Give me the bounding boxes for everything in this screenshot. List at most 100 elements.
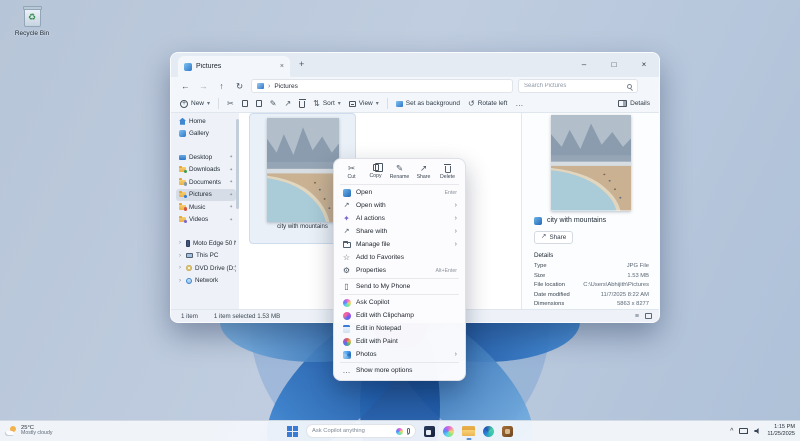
copy-action[interactable]: Copy <box>364 164 387 180</box>
open-app-indicator <box>466 438 471 440</box>
menu-item-add-to-favorites[interactable]: ☆ Add to Favorites <box>337 251 462 264</box>
menu-item-edit-clipchamp[interactable]: Edit with Clipchamp <box>337 309 462 322</box>
view-button[interactable]: View ▾ <box>349 100 379 107</box>
share-button[interactable]: ↗ <box>284 100 291 108</box>
copilot-search-input[interactable] <box>312 428 392 434</box>
home-icon <box>179 118 186 125</box>
minimize-button[interactable]: – <box>569 53 599 75</box>
paint-icon <box>343 338 351 346</box>
pinned-app-button[interactable] <box>502 426 513 437</box>
sidebar-item-phone[interactable]: › Moto Edge 50 N <box>176 237 236 250</box>
sidebar-item-desktop[interactable]: Desktop ✦ <box>176 151 236 164</box>
menu-item-share-with[interactable]: ↗ Share with › <box>337 225 462 238</box>
tab-pictures[interactable]: Pictures × <box>178 56 290 77</box>
sidebar-item-gallery[interactable]: Gallery <box>176 128 236 141</box>
videos-icon <box>179 217 186 222</box>
menu-item-manage-file[interactable]: Manage file › <box>337 238 462 251</box>
sidebar-item-home[interactable]: Home <box>176 115 236 128</box>
taskbar-center <box>287 424 513 438</box>
pin-icon: ✦ <box>229 154 233 160</box>
details-pane-toggle[interactable]: Details <box>618 100 650 107</box>
pin-icon: ✦ <box>229 217 233 223</box>
sidebar-item-music[interactable]: Music ✦ <box>176 201 236 214</box>
location-icon <box>257 83 264 89</box>
cut-action[interactable]: ✂ Cut <box>340 164 363 180</box>
refresh-button[interactable]: ↻ <box>233 81 246 92</box>
menu-item-edit-notepad[interactable]: Edit in Notepad <box>337 322 462 335</box>
chevron-down-icon: ▾ <box>207 100 210 107</box>
taskbar-search[interactable] <box>306 424 416 438</box>
chevron-right-icon: › <box>179 253 183 259</box>
rotate-left-icon: ↺ <box>468 100 475 108</box>
menu-item-properties[interactable]: ⚙ Properties Alt+Enter <box>337 264 462 277</box>
search-box[interactable] <box>518 79 638 93</box>
up-button[interactable]: ↑ <box>215 81 228 91</box>
clock[interactable]: 1:15 PM 11/25/2025 <box>767 424 795 437</box>
menu-item-ask-copilot[interactable]: Ask Copilot <box>337 296 462 309</box>
back-button[interactable]: ← <box>179 81 192 91</box>
chevron-down-icon: ▾ <box>338 100 341 107</box>
menu-separator <box>340 362 459 363</box>
search-icon <box>627 84 632 89</box>
menu-item-open[interactable]: Open Enter <box>337 186 462 199</box>
menu-item-ai-actions[interactable]: ✦ AI actions › <box>337 212 462 225</box>
breadcrumb[interactable]: › Pictures <box>251 79 513 93</box>
selection-info: 1 item selected 1.53 MB <box>214 313 280 320</box>
cut-button[interactable]: ✂ <box>227 100 234 108</box>
tab-close-icon[interactable]: × <box>280 63 284 70</box>
forward-button[interactable]: → <box>197 81 210 91</box>
recycle-bin[interactable]: ♻ Recycle Bin <box>8 8 56 37</box>
notepad-icon <box>343 325 350 333</box>
weather-widget[interactable]: 25°C Mostly cloudy <box>5 425 52 437</box>
sidebar-item-pictures[interactable]: Pictures ✦ <box>176 189 236 202</box>
sidebar-item-videos[interactable]: Videos ✦ <box>176 214 236 227</box>
hidden-icons-button[interactable]: ^ <box>730 428 733 435</box>
paste-button[interactable] <box>256 100 262 107</box>
new-tab-button[interactable]: + <box>299 59 304 69</box>
sort-button[interactable]: ⇅ Sort ▾ <box>313 100 341 108</box>
search-input[interactable] <box>524 83 624 89</box>
menu-item-edit-paint[interactable]: Edit with Paint <box>337 335 462 348</box>
rename-button[interactable]: ✎ <box>270 100 277 108</box>
more-options-button[interactable]: … <box>515 100 523 108</box>
menu-item-open-with[interactable]: ↗ Open with › <box>337 199 462 212</box>
delete-button[interactable] <box>299 101 305 108</box>
pane-share-button[interactable]: ↗ Share <box>534 231 573 244</box>
volume-icon[interactable] <box>754 428 761 435</box>
sidebar-item-this-pc[interactable]: › This PC <box>176 250 236 263</box>
breadcrumb-location: Pictures <box>274 83 297 90</box>
network-icon[interactable] <box>739 428 748 434</box>
menu-item-show-more-options[interactable]: … Show more options <box>337 364 462 377</box>
sidebar-item-documents[interactable]: Documents ✦ <box>176 176 236 189</box>
desktop[interactable]: ♻ Recycle Bin Pictures × + – □ × ← → ↑ ↻ <box>0 0 800 441</box>
menu-item-send-to-phone[interactable]: ▯ Send to My Phone <box>337 280 462 293</box>
copy-button[interactable] <box>242 100 248 107</box>
edge-button[interactable] <box>483 426 494 437</box>
share-icon: ↗ <box>541 234 546 241</box>
copilot-app-button[interactable] <box>443 426 454 437</box>
rotate-left-button[interactable]: ↺ Rotate left <box>468 100 507 108</box>
share-with-icon: ↗ <box>344 228 350 235</box>
sparkle-icon: ✦ <box>343 215 350 223</box>
context-menu: ✂ Cut Copy ✎ Rename ↗ Share Delete <box>333 158 466 381</box>
thumbnail-view-toggle[interactable] <box>645 313 652 319</box>
delete-action[interactable]: Delete <box>436 164 459 180</box>
detail-row-dimensions: Dimensions 5863 x 8277 <box>534 300 649 310</box>
sidebar-item-dvd-drive[interactable]: › DVD Drive (D:) C <box>176 262 236 275</box>
file-explorer-button[interactable] <box>462 426 475 436</box>
menu-item-photos[interactable]: Photos › <box>337 348 462 361</box>
new-button[interactable]: + New ▾ <box>180 100 210 108</box>
rename-action[interactable]: ✎ Rename <box>388 164 411 180</box>
preview-image <box>551 115 631 211</box>
sidebar-item-downloads[interactable]: Downloads ✦ <box>176 164 236 177</box>
share-action[interactable]: ↗ Share <box>412 164 435 180</box>
set-as-background-button[interactable]: Set as background <box>396 100 460 107</box>
mic-icon[interactable] <box>407 428 411 434</box>
divider <box>387 98 388 109</box>
start-button[interactable] <box>287 426 298 437</box>
close-button[interactable]: × <box>629 53 659 75</box>
sidebar-item-network[interactable]: › Network <box>176 275 236 288</box>
maximize-button[interactable]: □ <box>599 53 629 75</box>
task-view-button[interactable] <box>424 426 435 437</box>
list-view-toggle[interactable]: ≡ <box>635 313 639 320</box>
